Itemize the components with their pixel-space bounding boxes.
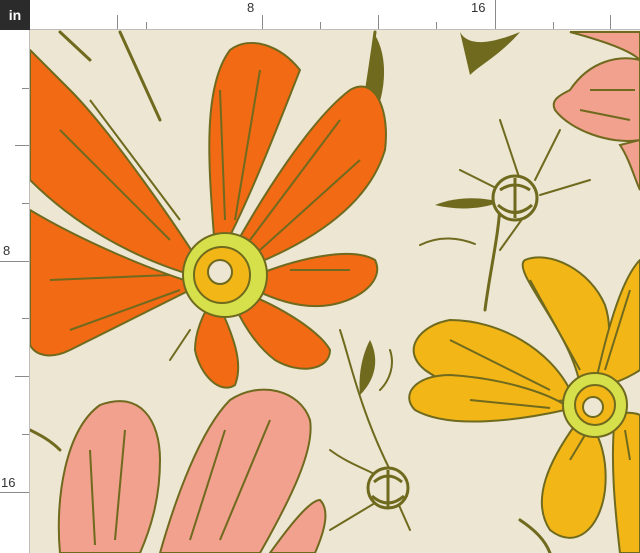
fabric-pattern <box>30 30 640 553</box>
bud-upper <box>491 174 539 222</box>
bud-lower <box>366 466 410 510</box>
ruler-top-label-16: 16 <box>471 0 486 15</box>
ruler-tick <box>15 376 29 377</box>
ruler-tick <box>146 22 147 29</box>
unit-label: in <box>0 0 30 30</box>
ruler-top-label-8: 8 <box>247 0 255 15</box>
ruler-tick <box>262 15 263 29</box>
ruler-tick <box>22 434 29 435</box>
ruler-tick <box>553 22 554 29</box>
ruler-left: 8 16 <box>0 30 30 553</box>
ruler-left-label-8: 8 <box>3 243 11 258</box>
ruler-tick <box>610 15 611 29</box>
ruler-tick <box>22 318 29 319</box>
floral-pattern-svg <box>30 30 640 553</box>
ruler-tick-major <box>0 261 29 262</box>
ruler-tick <box>15 145 29 146</box>
ruler-tick <box>436 22 437 29</box>
ruler-tick <box>320 22 321 29</box>
ruler-tick <box>22 88 29 89</box>
ruler-tick-major <box>0 492 29 493</box>
fabric-preview: in 8 16 8 16 <box>0 0 640 553</box>
ruler-tick <box>117 15 118 29</box>
ruler-tick-major <box>495 0 496 29</box>
ruler-tick <box>22 203 29 204</box>
ruler-top: 8 16 <box>30 0 640 30</box>
ruler-left-label-16: 16 <box>1 475 16 490</box>
ruler-tick <box>378 15 379 29</box>
